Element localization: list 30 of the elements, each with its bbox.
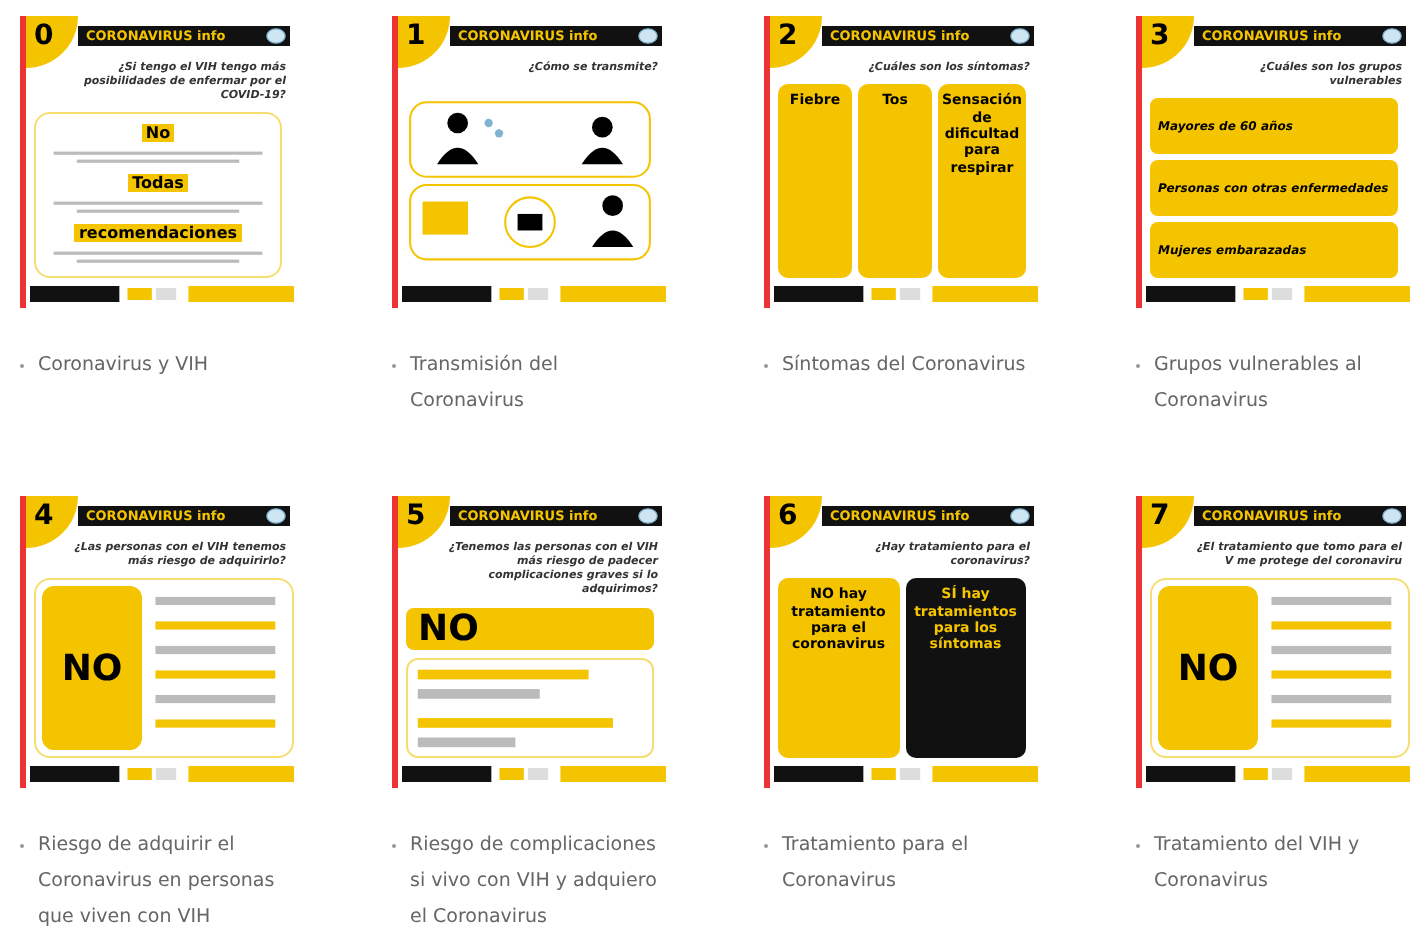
link-caption[interactable]: Transmisión del Coronavirus xyxy=(410,348,668,420)
highlighted-word: recomendaciones xyxy=(74,224,242,243)
link-caption[interactable]: Riesgo de adquirir el Coronavirus en personas que viven con VIH xyxy=(38,828,296,930)
slide-number: 0 xyxy=(26,16,78,68)
slide-number: 3 xyxy=(1142,16,1194,68)
slide-number: 5 xyxy=(398,496,450,548)
globe-icon xyxy=(266,508,286,524)
link-caption[interactable]: Grupos vulnerables al Coronavirus xyxy=(1154,348,1412,420)
slide-number: 4 xyxy=(26,496,78,548)
globe-icon xyxy=(638,508,658,524)
link-caption[interactable]: Tratamiento del VIH y Coronavirus xyxy=(1154,828,1412,900)
globe-icon xyxy=(1010,28,1030,44)
globe-icon xyxy=(638,28,658,44)
answer-panel: NO xyxy=(42,586,142,750)
highlighted-word: No xyxy=(141,124,175,143)
slide-number: 7 xyxy=(1142,496,1194,548)
link-caption[interactable]: Riesgo de complicaciones si vivo con VIH y adquiero el Coronavirus xyxy=(410,828,668,930)
answer-banner: NO xyxy=(406,607,654,650)
link-caption[interactable]: Coronavirus y VIH xyxy=(38,348,296,384)
globe-icon xyxy=(266,28,286,44)
answer-panel: NO xyxy=(1158,586,1258,750)
highlighted-word: Todas xyxy=(128,174,188,193)
slide-number: 6 xyxy=(770,496,822,548)
globe-icon xyxy=(1382,508,1402,524)
globe-icon xyxy=(1010,508,1030,524)
globe-icon xyxy=(1382,28,1402,44)
link-caption[interactable]: Síntomas del Coronavirus xyxy=(782,348,1040,384)
slide-number: 2 xyxy=(770,16,822,68)
slide-number: 1 xyxy=(398,16,450,68)
link-caption[interactable]: Tratamiento para el Coronavirus xyxy=(782,828,1040,900)
